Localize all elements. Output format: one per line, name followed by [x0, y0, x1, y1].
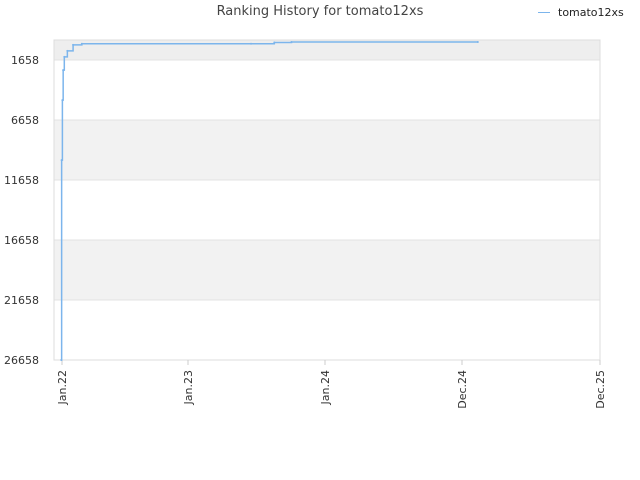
y-tick-label: 26658	[4, 354, 39, 367]
data-point[interactable]	[61, 99, 64, 102]
data-point[interactable]	[290, 41, 293, 43]
y-tick-label: 6658	[11, 114, 39, 127]
plot-band	[54, 120, 600, 180]
series-line-tomato12xs	[60, 41, 478, 361]
data-point[interactable]	[60, 359, 63, 361]
y-tick-label: 11658	[4, 174, 39, 187]
ranking-chart: 1658 6658 11658 16658 21658 26658 Jan.22 Jan.2…	[4, 39, 607, 409]
data-point[interactable]	[476, 41, 479, 43]
y-tick-label: 1658	[11, 54, 39, 67]
x-tick-label: Dec.25	[594, 370, 607, 409]
plot-band	[54, 240, 600, 300]
y-tick-label: 16658	[4, 234, 39, 247]
x-tick-label: Dec.24	[456, 370, 469, 409]
data-point[interactable]	[72, 43, 75, 46]
x-tick-label: Jan.22	[56, 370, 69, 405]
x-tick-label: Jan.24	[319, 370, 332, 405]
data-point[interactable]	[250, 42, 253, 45]
data-point[interactable]	[66, 49, 69, 52]
data-point[interactable]	[80, 42, 83, 45]
data-point[interactable]	[60, 159, 63, 162]
x-tick-label: Jan.23	[182, 370, 195, 405]
y-tick-label: 21658	[4, 294, 39, 307]
data-point[interactable]	[273, 41, 276, 44]
data-point[interactable]	[62, 69, 65, 72]
plot-border	[53, 39, 601, 361]
data-point[interactable]	[63, 55, 66, 58]
